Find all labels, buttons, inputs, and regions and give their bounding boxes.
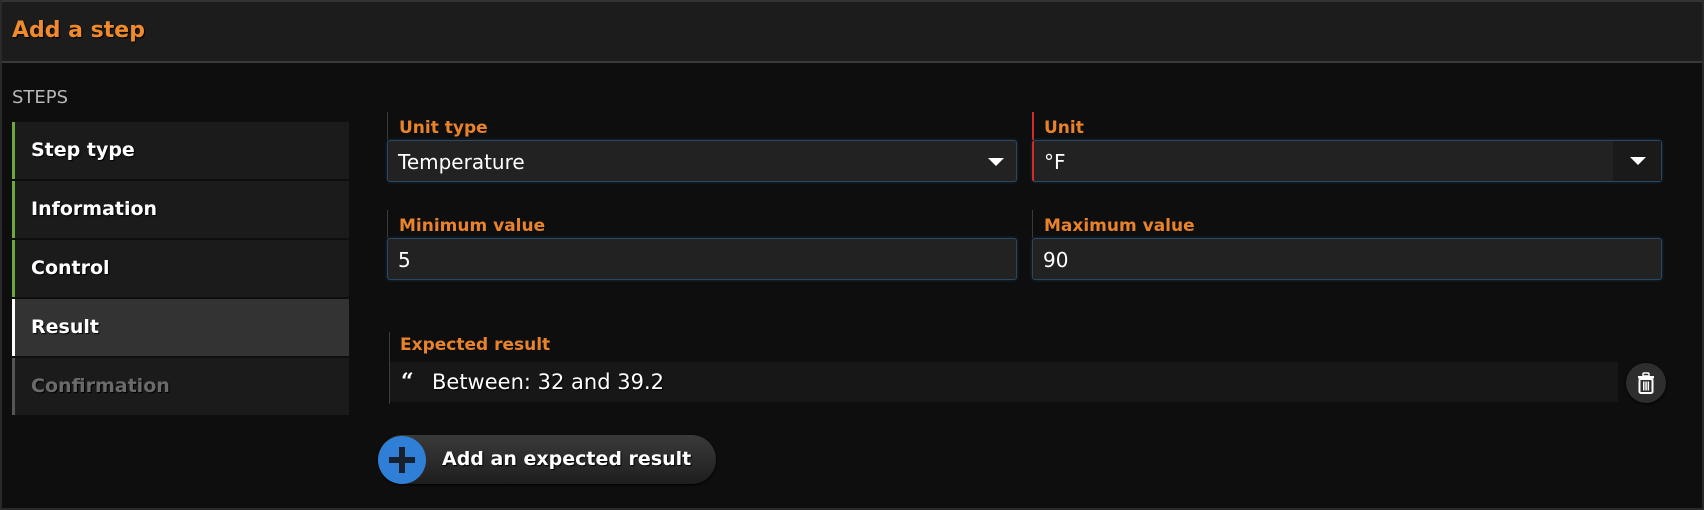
dialog-header: Add a step: [2, 2, 1702, 63]
unit-value: °F: [1044, 150, 1066, 174]
minimum-value-input[interactable]: 5: [387, 238, 1017, 280]
sidebar-item-confirmation: Confirmation: [12, 358, 349, 415]
unit-type-label: Unit type: [399, 118, 488, 138]
sidebar-item-label: Step type: [31, 139, 135, 161]
quote-icon: “: [401, 369, 414, 395]
field-indicator: [387, 112, 388, 140]
sidebar-item-label: Result: [31, 316, 99, 338]
unit-type-field: Unit type Temperature: [387, 112, 1017, 184]
expected-result-section: Expected result “ Between: 32 and 39.2: [389, 332, 1619, 404]
sidebar-item-information[interactable]: Information: [12, 181, 349, 238]
trash-icon: [1638, 372, 1654, 394]
add-expected-result-button[interactable]: Add an expected result: [378, 435, 716, 484]
field-indicator: [1032, 210, 1033, 238]
unit-select[interactable]: °F: [1032, 140, 1662, 182]
sidebar-item-control[interactable]: Control: [12, 240, 349, 297]
unit-type-value: Temperature: [398, 150, 525, 174]
maximum-value-label: Maximum value: [1044, 216, 1195, 236]
minimum-value-text: 5: [398, 248, 411, 272]
minimum-value-label: Minimum value: [399, 216, 546, 236]
minimum-value-field: Minimum value 5: [387, 210, 1017, 282]
maximum-value-text: 90: [1043, 248, 1069, 272]
unit-type-select[interactable]: Temperature: [387, 140, 1017, 182]
plus-icon: [378, 436, 426, 484]
sidebar-item-step-type[interactable]: Step type: [12, 122, 349, 179]
chevron-down-icon: [988, 158, 1004, 166]
expected-result-item[interactable]: “ Between: 32 and 39.2: [390, 362, 1618, 402]
sidebar-item-label: Confirmation: [31, 375, 170, 397]
steps-sidebar: Step type Information Control Result Con…: [12, 122, 349, 417]
sidebar-item-label: Control: [31, 257, 110, 279]
expected-result-text: Between: 32 and 39.2: [432, 370, 664, 394]
field-indicator: [1032, 112, 1034, 140]
add-expected-result-label: Add an expected result: [442, 448, 692, 470]
maximum-value-field: Maximum value 90: [1032, 210, 1662, 282]
sidebar-item-result[interactable]: Result: [12, 299, 349, 356]
chevron-down-icon: [1630, 157, 1646, 165]
dialog-title: Add a step: [12, 18, 145, 43]
add-step-dialog: Add a step STEPS Step type Information C…: [0, 0, 1704, 510]
sidebar-item-label: Information: [31, 198, 158, 220]
steps-section-label: STEPS: [12, 87, 69, 108]
maximum-value-input[interactable]: 90: [1032, 238, 1662, 280]
unit-field: Unit °F: [1032, 112, 1662, 184]
unit-dropdown-button[interactable]: [1613, 141, 1661, 181]
expected-result-label: Expected result: [400, 335, 551, 355]
unit-label: Unit: [1044, 118, 1084, 138]
field-indicator: [387, 210, 388, 238]
delete-expected-result-button[interactable]: [1626, 363, 1666, 403]
